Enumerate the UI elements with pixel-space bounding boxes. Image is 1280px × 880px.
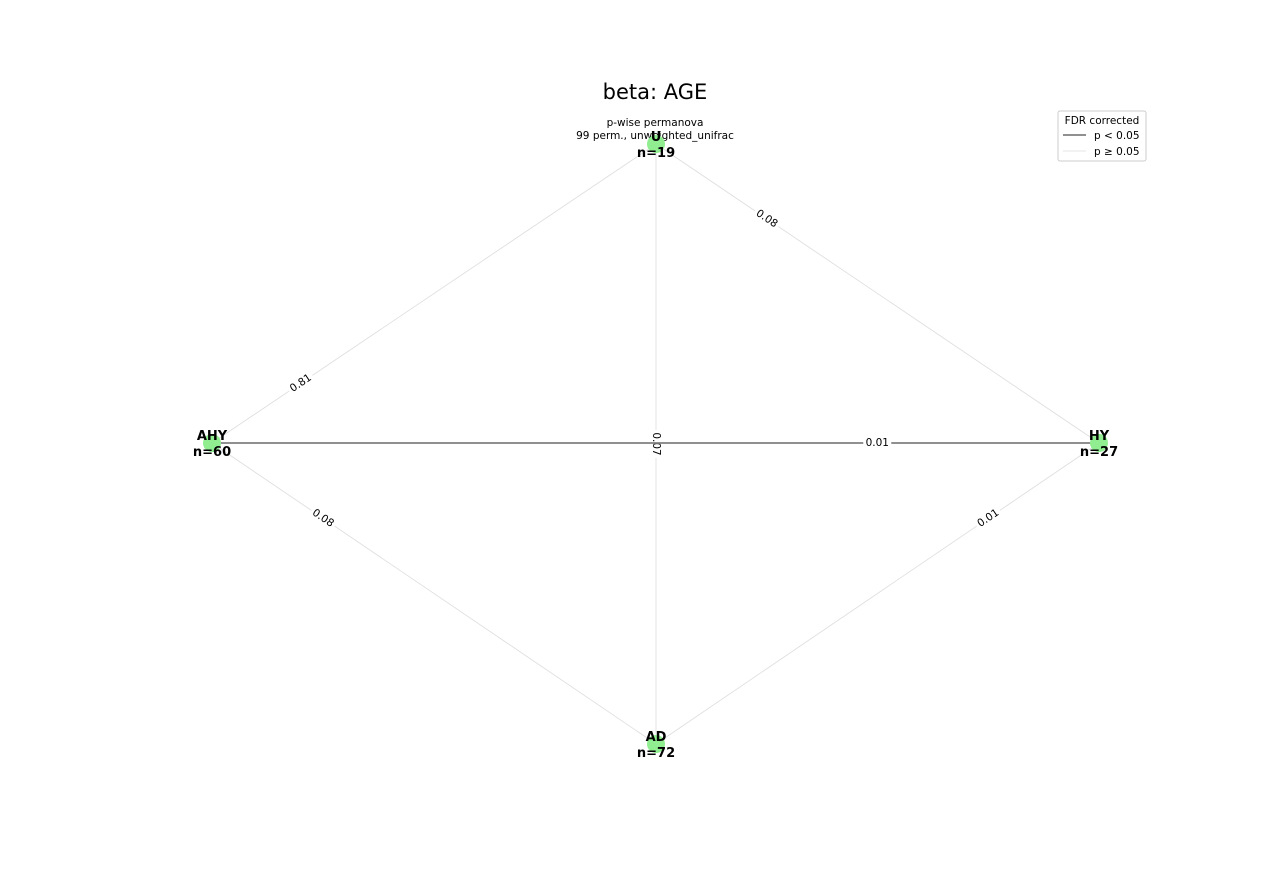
edge-label: 0.07 [650, 432, 662, 455]
node-name-hy: HY [1089, 429, 1110, 444]
edge-label-group-0: 0.81 [285, 369, 317, 397]
node-name-ahy: AHY [197, 429, 228, 444]
edge-label-group-5: 0.01 [972, 504, 1004, 532]
node-count-u: n=19 [637, 146, 675, 161]
node-name-u: U [651, 130, 662, 145]
node-count-ahy: n=60 [193, 445, 231, 460]
edge-ahy-ad [211, 442, 657, 745]
subtitle-line-1: p-wise permanova [607, 117, 704, 129]
legend-nonsignificant-label: p ≥ 0.05 [1094, 146, 1140, 158]
edges-layer: 0.81 0.08 0.07 0.01 0.08 0.01 [211, 143, 1100, 745]
edge-u-ahy [211, 143, 657, 444]
legend: FDR corrected p < 0.05 p ≥ 0.05 [1057, 110, 1147, 162]
legend-title: FDR corrected [1065, 115, 1140, 127]
edge-label-group-4: 0.08 [307, 504, 339, 532]
legend-significant-label: p < 0.05 [1094, 130, 1140, 142]
edge-hy-ad [655, 442, 1100, 745]
edge-label-group-2: 0.07 [649, 430, 663, 458]
edge-label-group-3: 0.01 [863, 436, 892, 450]
node-count-hy: n=27 [1080, 445, 1118, 460]
network-diagram: beta: AGE p-wise permanova 99 perm., unw… [193, 80, 1147, 761]
edge-label-group-1: 0.08 [751, 205, 783, 233]
edge-u-hy [655, 143, 1100, 444]
diagram-title: beta: AGE [603, 80, 708, 104]
node-count-ad: n=72 [637, 746, 675, 761]
node-name-ad: AD [646, 730, 667, 745]
edge-label: 0.01 [866, 437, 889, 449]
